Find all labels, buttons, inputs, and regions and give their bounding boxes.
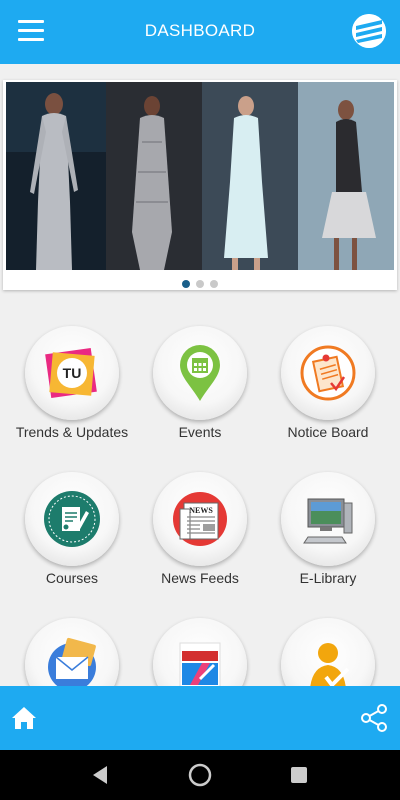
home-icon[interactable] xyxy=(10,704,38,732)
app-logo-icon xyxy=(352,14,386,48)
recent-apps-icon[interactable] xyxy=(290,766,308,784)
tile-circle[interactable] xyxy=(281,326,375,420)
home-circle-icon[interactable] xyxy=(188,763,212,787)
carousel-dot[interactable] xyxy=(196,280,204,288)
tile-iiifd[interactable] xyxy=(136,598,264,686)
person-check-icon xyxy=(310,643,350,686)
share-icon[interactable] xyxy=(358,702,390,734)
carousel-slide[interactable] xyxy=(6,82,394,270)
tile-label: Courses xyxy=(45,570,99,586)
tile-circle[interactable]: NEWS xyxy=(153,472,247,566)
tile-events[interactable]: Events xyxy=(136,306,264,446)
tile-profile[interactable] xyxy=(264,598,392,686)
trends-updates-icon: TU xyxy=(45,348,97,398)
newspaper-icon: NEWS xyxy=(173,492,227,546)
carousel-dot[interactable] xyxy=(210,280,219,288)
page-title: DASHBOARD xyxy=(144,21,256,40)
tile-circle[interactable] xyxy=(281,472,375,566)
tile-circle[interactable] xyxy=(25,618,119,686)
tile-circle[interactable] xyxy=(281,618,375,686)
tile-news-feeds[interactable]: NEWS News Feeds xyxy=(136,452,264,592)
events-location-icon xyxy=(180,345,220,401)
bottom-bar xyxy=(0,686,400,750)
tile-label: Events xyxy=(178,424,222,440)
tile-circle[interactable] xyxy=(25,472,119,566)
tile-trends-updates[interactable]: TU Trends & Updates xyxy=(8,306,136,446)
tile-label: E-Library xyxy=(299,570,357,586)
tile-mail[interactable] xyxy=(8,598,136,686)
svg-text:NEWS: NEWS xyxy=(189,506,213,515)
tile-circle[interactable]: TU xyxy=(25,326,119,420)
notice-board-icon xyxy=(300,345,356,401)
tile-label: Notice Board xyxy=(287,424,369,440)
tile-circle[interactable] xyxy=(153,326,247,420)
back-icon[interactable] xyxy=(90,764,110,786)
app-bar: DASHBOARD xyxy=(0,0,400,64)
computer-icon xyxy=(303,498,353,544)
tile-notice-board[interactable]: Notice Board xyxy=(264,306,392,446)
mail-icon xyxy=(48,637,96,686)
tile-circle[interactable] xyxy=(153,618,247,686)
iiifd-logo-icon xyxy=(179,642,221,686)
tile-label: News Feeds xyxy=(161,570,239,586)
tile-label: Trends & Updates xyxy=(15,424,129,440)
carousel-indicator xyxy=(3,275,397,293)
courses-icon xyxy=(44,491,100,547)
image-carousel[interactable] xyxy=(3,80,397,290)
tile-courses[interactable]: Courses xyxy=(8,452,136,592)
system-nav-bar xyxy=(0,750,400,800)
svg-text:TU: TU xyxy=(63,365,82,381)
tile-e-library[interactable]: E-Library xyxy=(264,452,392,592)
carousel-dot[interactable] xyxy=(181,280,190,288)
dashboard-grid: TU Trends & Updates Events Notice Board … xyxy=(0,306,400,686)
